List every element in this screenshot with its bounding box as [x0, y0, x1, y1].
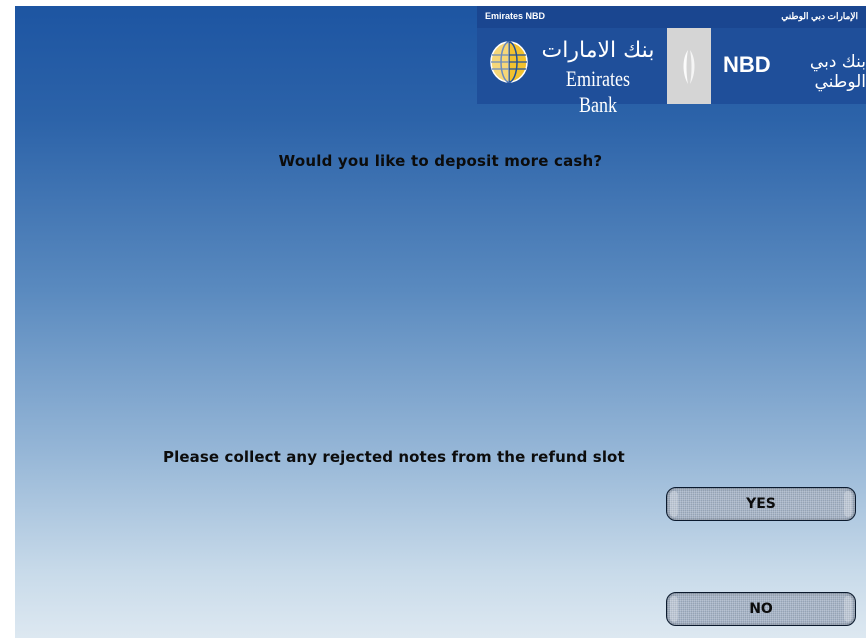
brand-caption: Emirates NBD	[485, 11, 546, 21]
no-button-label: NO	[749, 601, 773, 617]
emirates-bank-name: Emirates Bank	[565, 66, 631, 117]
yes-button[interactable]: YES	[666, 487, 856, 521]
sail-icon	[683, 50, 695, 84]
logo-divider	[667, 28, 711, 104]
emirates-bank-arabic-name: بنك الامارات	[541, 38, 655, 63]
deposit-question: Would you like to deposit more cash?	[278, 152, 603, 170]
button-edge	[844, 596, 852, 622]
button-edge	[670, 596, 678, 622]
emirates-bank-logo: بنك الامارات Emirates Bank	[477, 28, 667, 117]
button-edge	[844, 491, 852, 517]
button-edge	[670, 491, 678, 517]
yes-button-label: YES	[746, 496, 776, 512]
brand-caption-arabic: الإمارات دبي الوطني	[781, 11, 858, 21]
logo-banner: Emirates NBD الإمارات دبي الوطني بنك الا…	[477, 6, 866, 117]
nbd-name: NBD	[723, 52, 771, 77]
no-button[interactable]: NO	[666, 592, 856, 626]
banner-top-strip: Emirates NBD الإمارات دبي الوطني	[477, 6, 866, 28]
refund-instruction: Please collect any rejected notes from t…	[163, 448, 625, 466]
nbd-logo: NBD بنك دبي الوطني	[711, 28, 866, 104]
globe-icon	[490, 41, 528, 83]
atm-screen: Emirates NBD الإمارات دبي الوطني بنك الا…	[15, 6, 866, 638]
nbd-arabic-name: بنك دبي الوطني	[809, 52, 866, 92]
